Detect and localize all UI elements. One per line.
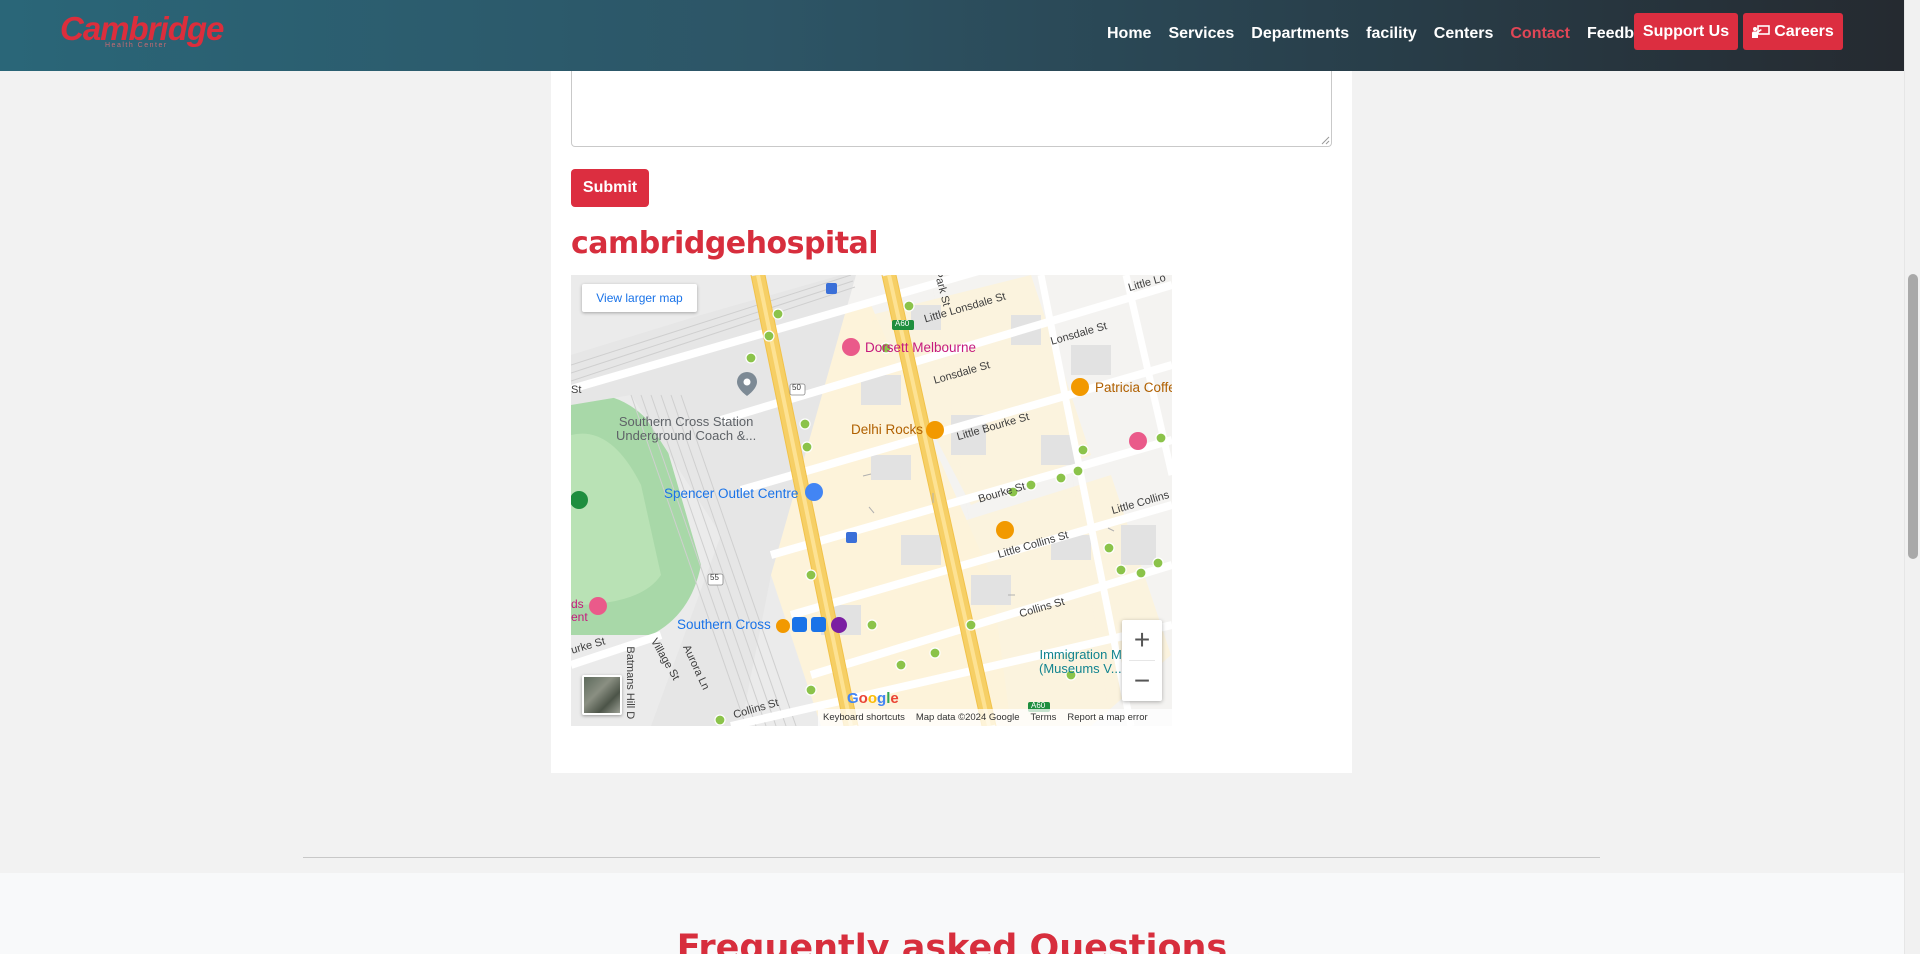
scrollbar-thumb[interactable] xyxy=(1908,274,1918,559)
terms-link[interactable]: Terms xyxy=(1031,712,1057,723)
map-attribution: Keyboard shortcuts Map data ©2024 Google… xyxy=(818,709,1172,726)
keyboard-shortcuts-link[interactable]: Keyboard shortcuts xyxy=(823,712,905,723)
resize-grip-icon[interactable] xyxy=(1320,135,1330,145)
map-heading: cambridgehospital xyxy=(571,226,879,261)
zoom-in-button[interactable]: + xyxy=(1122,620,1162,660)
route-shield-50: 50 xyxy=(792,383,801,392)
route-shield-a60-1: A60 xyxy=(895,319,910,328)
map-label-ds: ds ent xyxy=(571,597,588,624)
map-label-delhi[interactable]: Delhi Rocks xyxy=(851,422,923,437)
map-label-southern-cross[interactable]: Southern Cross xyxy=(677,617,771,632)
google-map[interactable]: Dorsett Melbourne Patricia Coffe Souther… xyxy=(571,275,1172,726)
report-map-error-link[interactable]: Report a map error xyxy=(1067,712,1147,723)
nav-link-centers[interactable]: Centers xyxy=(1434,25,1494,43)
map-label-southern-cross-station[interactable]: Southern Cross Station Underground Coach… xyxy=(616,415,756,442)
street-st-left: St xyxy=(571,384,582,396)
person-chalkboard-icon xyxy=(1752,24,1770,38)
careers-label: Careers xyxy=(1774,22,1834,40)
section-divider xyxy=(303,857,1600,858)
zoom-out-button[interactable]: − xyxy=(1122,661,1162,701)
zoom-controls: + − xyxy=(1122,620,1162,701)
page-scrollbar[interactable] xyxy=(1904,0,1920,954)
street-batmans: Batmans Hill D xyxy=(624,646,637,720)
map-data-text: Map data ©2024 Google xyxy=(915,712,1020,723)
top-navbar: Cambridge Health Center Home Services De… xyxy=(0,0,1904,71)
map-label-patricia[interactable]: Patricia Coffe xyxy=(1095,380,1172,395)
logo-subtitle: Health Center xyxy=(105,42,168,49)
message-textarea[interactable] xyxy=(571,63,1332,147)
nav-links: Home Services Departments facility Cente… xyxy=(1107,25,1678,43)
nav-link-contact[interactable]: Contact xyxy=(1510,25,1570,43)
nav-link-facility[interactable]: facility xyxy=(1366,25,1417,43)
nav-link-departments[interactable]: Departments xyxy=(1251,25,1349,43)
nav-link-services[interactable]: Services xyxy=(1168,25,1234,43)
google-logo: Google xyxy=(847,690,899,707)
map-label-spencer[interactable]: Spencer Outlet Centre xyxy=(664,486,798,501)
route-shield-55: 55 xyxy=(710,573,719,582)
map-label-dorsett[interactable]: Dorsett Melbourne xyxy=(865,340,976,355)
cambridge-logo[interactable]: Cambridge Health Center xyxy=(60,8,224,52)
careers-button[interactable]: Careers xyxy=(1743,13,1843,50)
faq-title: Frequently asked Questions xyxy=(676,928,1228,954)
submit-button[interactable]: Submit xyxy=(571,169,649,207)
nav-link-home[interactable]: Home xyxy=(1107,25,1151,43)
support-us-button[interactable]: Support Us xyxy=(1634,13,1738,50)
map-label-immigration[interactable]: Immigration M... (Museums V...a) xyxy=(1039,648,1133,675)
view-larger-map-link[interactable]: View larger map xyxy=(582,284,697,312)
satellite-toggle[interactable] xyxy=(582,675,622,715)
